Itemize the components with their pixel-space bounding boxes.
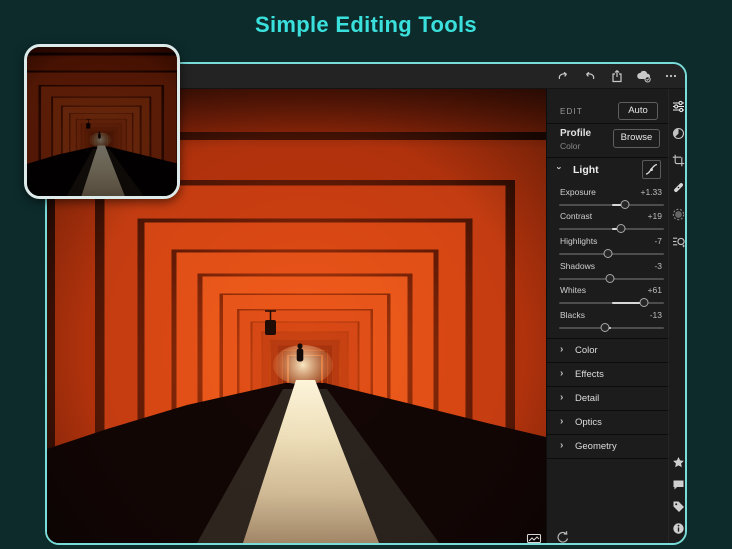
- page-title: Simple Editing Tools: [0, 12, 732, 38]
- chevron-right-icon: ›: [560, 416, 563, 427]
- profiles-icon[interactable]: [671, 126, 685, 140]
- slider-label: Highlights: [560, 236, 597, 246]
- section-optics[interactable]: › Optics: [547, 410, 668, 434]
- slider-shadows: Shadows -3: [547, 259, 668, 283]
- healing-brush-icon[interactable]: [671, 180, 685, 194]
- auto-button[interactable]: Auto: [618, 102, 658, 120]
- section-label: Geometry: [575, 441, 617, 452]
- redo-icon[interactable]: [555, 68, 571, 84]
- reset-icon[interactable]: [555, 529, 571, 545]
- light-section-header[interactable]: › Light: [547, 157, 668, 182]
- divider: [547, 458, 668, 459]
- slider-value: -7: [654, 236, 662, 246]
- slider-label: Shadows: [560, 261, 595, 271]
- presets-icon[interactable]: [671, 234, 685, 248]
- slider-value: +19: [648, 211, 662, 221]
- slider-label: Contrast: [560, 211, 592, 221]
- section-effects[interactable]: › Effects: [547, 362, 668, 386]
- slider-track[interactable]: [559, 200, 664, 209]
- chevron-right-icon: ›: [560, 440, 563, 451]
- tool-rail: [668, 89, 687, 543]
- slider-value: -3: [654, 261, 662, 271]
- slider-track[interactable]: [559, 298, 664, 307]
- chevron-right-icon: ›: [560, 392, 563, 403]
- slider-track[interactable]: [559, 249, 664, 258]
- filmstrip-icon[interactable]: [526, 533, 542, 543]
- tone-curve-icon[interactable]: [642, 160, 661, 179]
- slider-value: +61: [648, 285, 662, 295]
- slider-value: -13: [650, 310, 662, 320]
- cloud-sync-icon[interactable]: [636, 68, 652, 84]
- crop-icon[interactable]: [671, 153, 685, 167]
- more-icon[interactable]: [663, 68, 679, 84]
- profile-label: Profile: [560, 128, 591, 139]
- slider-contrast: Contrast +19: [547, 209, 668, 233]
- slider-exposure: Exposure +1.33: [547, 185, 668, 209]
- slider-label: Whites: [560, 285, 586, 295]
- browse-button[interactable]: Browse: [613, 129, 660, 148]
- profile-value: Color: [560, 141, 580, 151]
- divider: [547, 123, 668, 124]
- slider-value: +1.33: [640, 187, 662, 197]
- before-thumbnail[interactable]: [24, 44, 180, 199]
- slider-knob[interactable]: [621, 200, 630, 209]
- slider-whites: Whites +61: [547, 283, 668, 307]
- section-label: Color: [575, 345, 598, 356]
- slider-label: Exposure: [560, 187, 596, 197]
- slider-track[interactable]: [559, 274, 664, 283]
- masking-icon[interactable]: [671, 207, 685, 221]
- share-icon[interactable]: [609, 68, 625, 84]
- slider-blacks: Blacks -13: [547, 308, 668, 332]
- slider-knob[interactable]: [639, 298, 648, 307]
- slider-track[interactable]: [559, 224, 664, 233]
- star-icon[interactable]: [671, 455, 685, 469]
- slider-knob[interactable]: [605, 274, 614, 283]
- light-section-label: Light: [573, 164, 599, 176]
- undo-icon[interactable]: [582, 68, 598, 84]
- chevron-right-icon: ›: [560, 368, 563, 379]
- edit-panel: EDIT Auto Profile Color Browse › Light E…: [546, 89, 668, 543]
- screenshot-stage: Simple Editing Tools: [0, 0, 732, 549]
- slider-knob[interactable]: [603, 249, 612, 258]
- slider-label: Blacks: [560, 310, 585, 320]
- comment-icon[interactable]: [671, 477, 685, 491]
- edit-adjustments-icon[interactable]: [671, 99, 685, 113]
- tag-icon[interactable]: [671, 499, 685, 513]
- slider-track[interactable]: [559, 323, 664, 332]
- section-label: Effects: [575, 369, 604, 380]
- edit-label: EDIT: [560, 107, 583, 116]
- section-geometry[interactable]: › Geometry: [547, 434, 668, 458]
- section-label: Detail: [575, 393, 599, 404]
- chevron-right-icon: ›: [560, 344, 563, 355]
- slider-knob[interactable]: [600, 323, 609, 332]
- section-color[interactable]: › Color: [547, 338, 668, 362]
- chevron-down-icon: ›: [555, 167, 565, 170]
- section-detail[interactable]: › Detail: [547, 386, 668, 410]
- info-icon[interactable]: [671, 521, 685, 535]
- section-label: Optics: [575, 417, 602, 428]
- slider-knob[interactable]: [617, 224, 626, 233]
- slider-highlights: Highlights -7: [547, 234, 668, 258]
